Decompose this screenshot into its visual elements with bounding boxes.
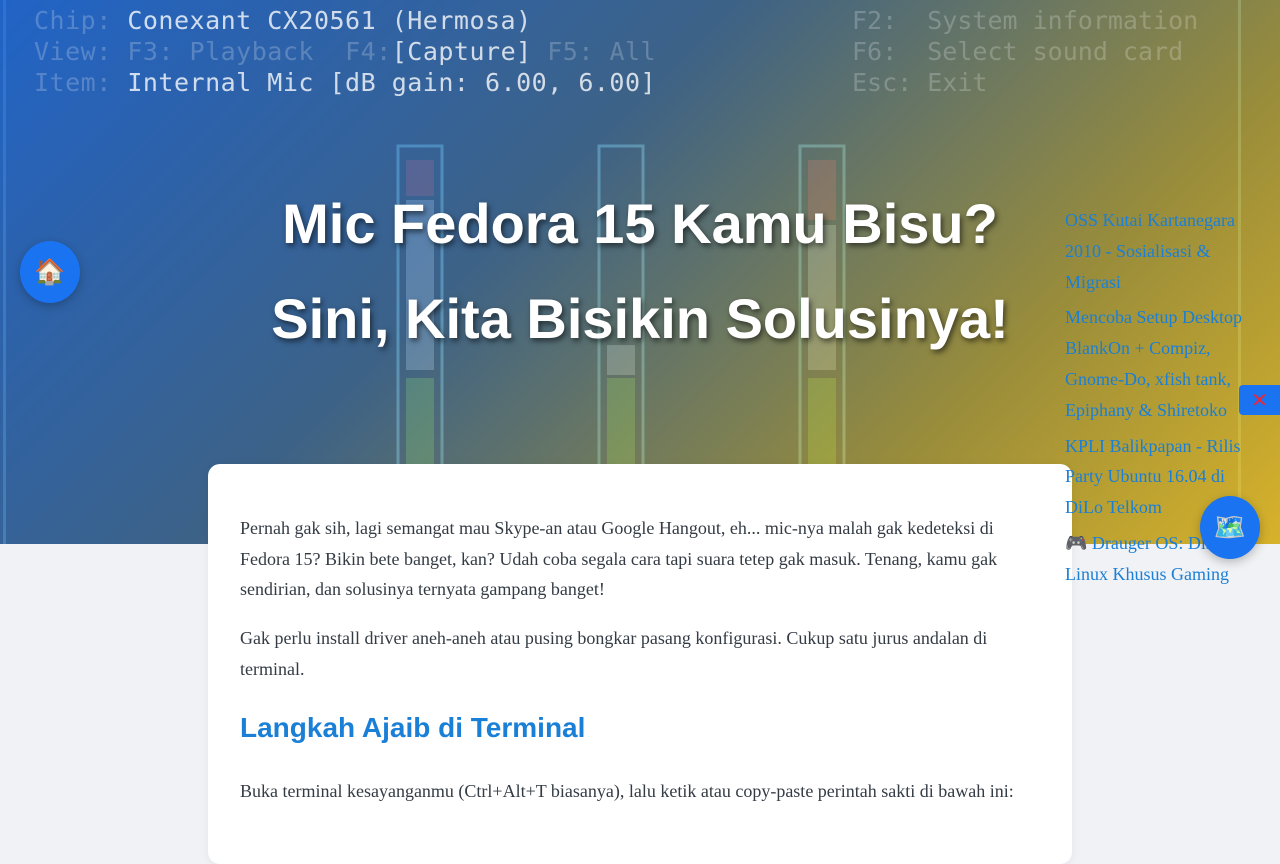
sitemap-button[interactable]: 🗺️ xyxy=(1200,496,1260,559)
terminal-line-chip: Chip: Conexant CX20561 (Hermosa) xyxy=(34,6,532,35)
close-icon: ✕ xyxy=(1251,388,1268,412)
article-paragraph-3: Buka terminal kesayanganmu (Ctrl+Alt+T b… xyxy=(240,781,1014,801)
home-icon: 🏠 xyxy=(34,258,66,286)
terminal-key-f2: F2: System information xyxy=(852,6,1199,35)
close-sidebar-button[interactable]: ✕ xyxy=(1239,385,1280,415)
terminal-line-item: Item: Internal Mic [dB gain: 6.00, 6.00] xyxy=(34,68,657,97)
map-icon: 🗺️ xyxy=(1213,512,1247,542)
article-card: Pernah gak sih, lagi semangat mau Skype-… xyxy=(208,464,1072,864)
terminal-line-view: View: F3: Playback F4:[Capture] F5: All xyxy=(34,37,657,66)
article-paragraph-2: Gak perlu install driver aneh-aneh atau … xyxy=(240,628,988,679)
page-title: Mic Fedora 15 Kamu Bisu? Sini, Kita Bisi… xyxy=(271,192,1009,350)
article-intro-paragraph: Pernah gak sih, lagi semangat mau Skype-… xyxy=(240,518,998,599)
section-heading: Langkah Ajaib di Terminal xyxy=(240,712,586,743)
terminal-key-esc: Esc: Exit xyxy=(852,68,988,97)
related-link-oss-kutai[interactable]: OSS Kutai Kartanegara 2010 - Sosialisasi… xyxy=(1065,205,1255,297)
related-link-blankon-compiz[interactable]: Mencoba Setup Desktop BlankOn + Compiz, … xyxy=(1065,302,1255,425)
home-button[interactable]: 🏠 xyxy=(20,241,80,303)
terminal-key-f6: F6: Select sound card xyxy=(852,37,1184,66)
